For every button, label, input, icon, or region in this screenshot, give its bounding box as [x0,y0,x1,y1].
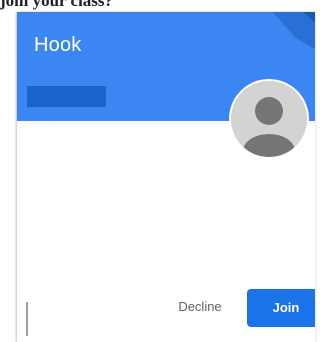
dialog-caption: join your class? [0,0,114,10]
class-invite-card: Hook Decline Join [17,12,315,342]
redacted-section-label [27,86,106,107]
banner-decoration-icon [272,12,315,50]
teacher-avatar [231,81,307,157]
scroll-edge-marker [26,302,28,336]
decline-button[interactable]: Decline [160,291,240,323]
class-name: Hook [34,34,82,56]
person-avatar-icon [231,81,307,157]
join-button[interactable]: Join [247,289,315,327]
